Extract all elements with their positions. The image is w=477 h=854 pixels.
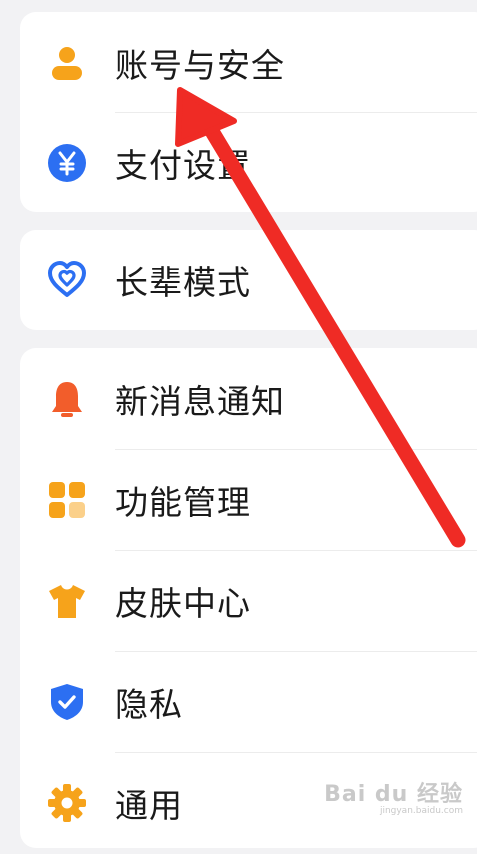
settings-item-label: 通用 xyxy=(115,786,183,825)
settings-item-elder-mode[interactable]: 长辈模式 xyxy=(20,230,477,330)
shield-check-icon xyxy=(51,684,83,720)
settings-item-label: 新消息通知 xyxy=(115,382,285,421)
settings-item-account-security[interactable]: 账号与安全 xyxy=(20,12,477,114)
settings-group-general: 新消息通知 功能管理 皮肤中心 隐私 通用 xyxy=(20,348,477,848)
settings-item-label: 皮肤中心 xyxy=(115,584,251,623)
settings-item-privacy[interactable]: 隐私 xyxy=(20,651,477,753)
settings-item-label: 功能管理 xyxy=(115,483,251,522)
tshirt-icon xyxy=(49,585,85,618)
watermark: Bai du 经验 jingyan.baidu.com xyxy=(324,776,463,816)
watermark-mark: Bai du 经验 xyxy=(324,782,463,807)
heart-icon xyxy=(48,261,86,297)
yen-icon xyxy=(48,144,86,182)
settings-item-label: 隐私 xyxy=(115,685,183,724)
settings-item-feature-management[interactable]: 功能管理 xyxy=(20,449,477,551)
gear-icon xyxy=(48,784,86,822)
settings-group-account: 账号与安全 支付设置 xyxy=(20,12,477,212)
settings-item-payment[interactable]: 支付设置 xyxy=(20,112,477,214)
settings-item-label: 支付设置 xyxy=(115,146,251,185)
settings-item-label: 账号与安全 xyxy=(115,46,285,85)
settings-item-label: 长辈模式 xyxy=(115,263,251,302)
settings-group-elder: 长辈模式 xyxy=(20,230,477,330)
grid-icon xyxy=(49,482,85,518)
bell-icon xyxy=(52,382,82,417)
person-icon xyxy=(52,47,82,80)
settings-item-notifications[interactable]: 新消息通知 xyxy=(20,348,477,450)
settings-item-skin-center[interactable]: 皮肤中心 xyxy=(20,550,477,652)
